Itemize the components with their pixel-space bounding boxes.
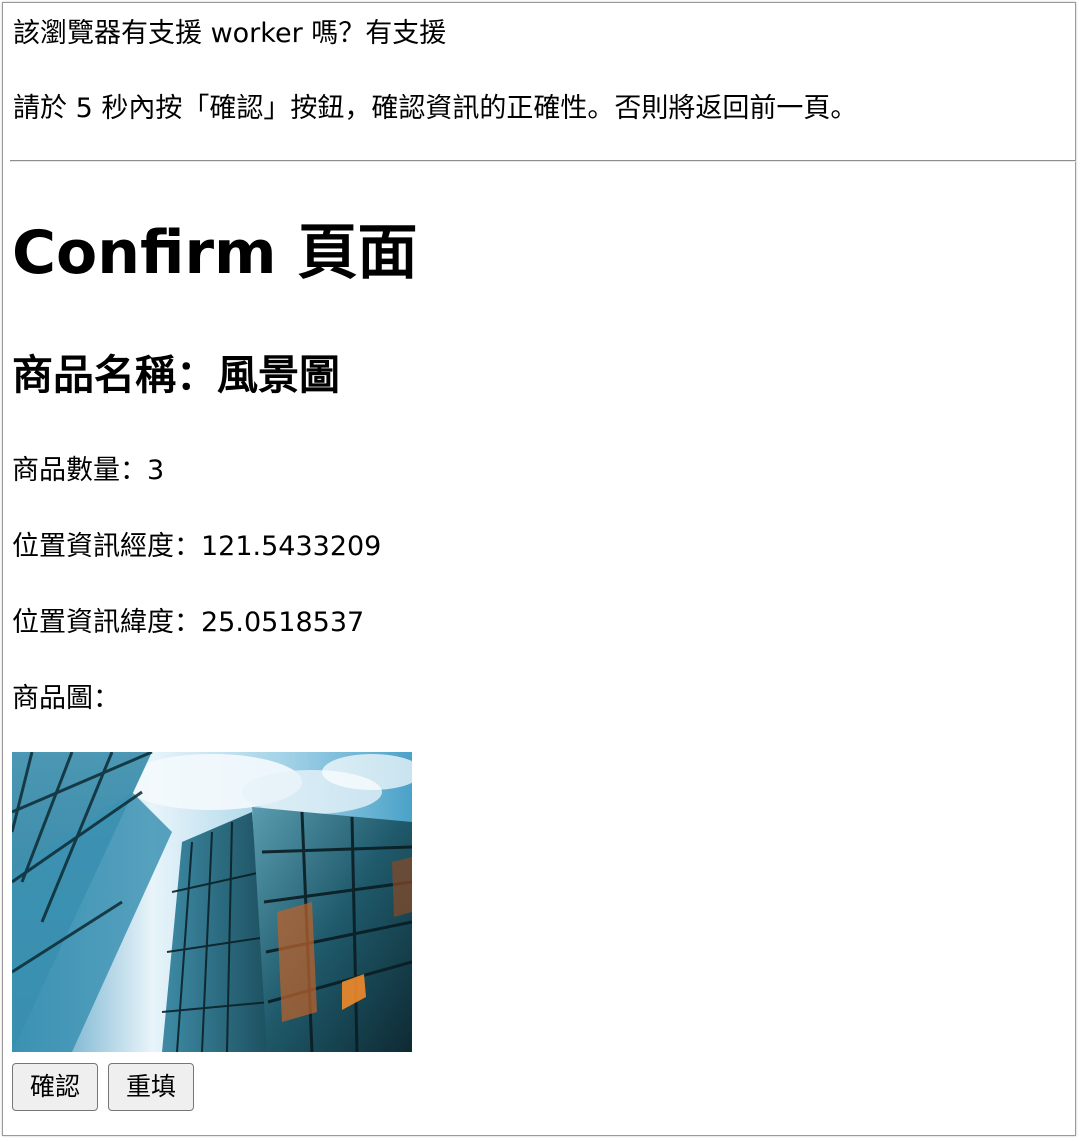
- product-name: 商品名稱：風景圖: [12, 351, 340, 399]
- status-header: 該瀏覽器有支援 worker 嗎？有支援 請於 5 秒內按「確認」按鈕，確認資訊…: [3, 3, 1075, 162]
- countdown-message: 請於 5 秒內按「確認」按鈕，確認資訊的正確性。否則將返回前一頁。: [13, 93, 858, 124]
- building-photo: [12, 752, 412, 1052]
- location-latitude: 位置資訊緯度：25.0518537: [12, 607, 365, 638]
- product-image-label: 商品圖：: [12, 683, 120, 714]
- confirm-button[interactable]: 確認: [12, 1063, 98, 1111]
- horizontal-rule: [10, 160, 1076, 162]
- worker-support-message: 該瀏覽器有支援 worker 嗎？有支援: [13, 18, 447, 49]
- reset-button[interactable]: 重填: [108, 1063, 194, 1111]
- page-title: Confirm 頁面: [12, 218, 418, 288]
- product-quantity: 商品數量：3: [12, 455, 165, 486]
- product-image: [12, 752, 412, 1052]
- location-longitude: 位置資訊經度：121.5433209: [12, 531, 382, 562]
